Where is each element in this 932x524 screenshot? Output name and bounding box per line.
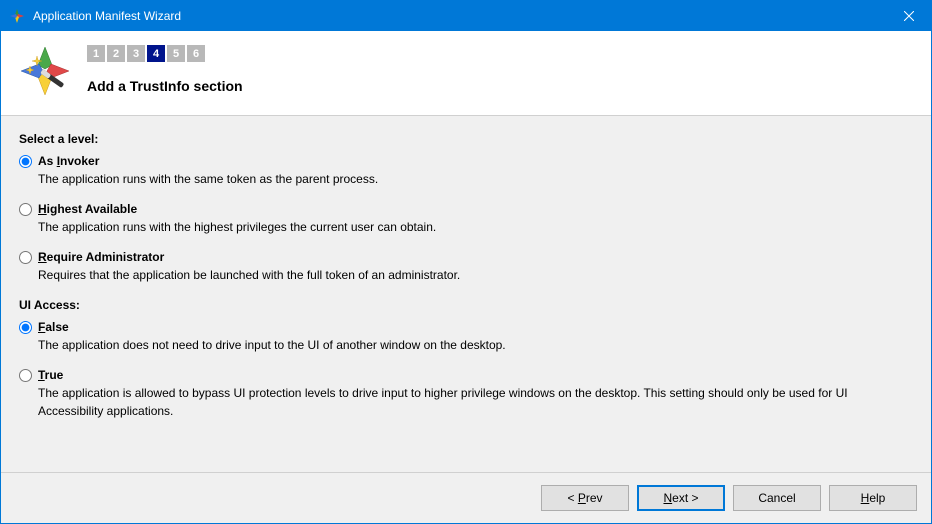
wizard-step-title: Add a TrustInfo section	[87, 78, 913, 94]
level-radio-2[interactable]	[19, 251, 32, 264]
titlebar-title: Application Manifest Wizard	[33, 9, 886, 23]
level-label-0[interactable]: As Invoker	[38, 154, 99, 168]
uiaccess-desc-0: The application does not need to drive i…	[38, 336, 913, 354]
level-section-label: Select a level:	[19, 132, 913, 146]
titlebar: Application Manifest Wizard	[1, 1, 931, 31]
step-box-2: 2	[107, 45, 125, 62]
wizard-icon	[19, 45, 71, 97]
level-desc-2: Requires that the application be launche…	[38, 266, 913, 284]
next-button[interactable]: Next >	[637, 485, 725, 511]
level-option-0: As Invoker The application runs with the …	[19, 154, 913, 188]
step-box-6: 6	[187, 45, 205, 62]
uiaccess-desc-1: The application is allowed to bypass UI …	[38, 384, 913, 420]
step-box-4: 4	[147, 45, 165, 62]
uiaccess-radio-0[interactable]	[19, 321, 32, 334]
help-button[interactable]: Help	[829, 485, 917, 511]
cancel-button[interactable]: Cancel	[733, 485, 821, 511]
level-option-2: Require Administrator Requires that the a…	[19, 250, 913, 284]
close-icon	[904, 11, 914, 21]
level-label-2[interactable]: Require Administrator	[38, 250, 164, 264]
prev-button[interactable]: < Prev	[541, 485, 629, 511]
wizard-header-content: 123456 Add a TrustInfo section	[87, 45, 913, 94]
level-radio-1[interactable]	[19, 203, 32, 216]
wizard-footer: < Prev Next > Cancel Help	[1, 472, 931, 523]
level-radio-0[interactable]	[19, 155, 32, 168]
step-box-5: 5	[167, 45, 185, 62]
step-box-3: 3	[127, 45, 145, 62]
level-option-1: Highest Available The application runs wi…	[19, 202, 913, 236]
wizard-content: Select a level: As Invoker The applicatio…	[1, 116, 931, 472]
level-desc-1: The application runs with the highest pr…	[38, 218, 913, 236]
close-button[interactable]	[886, 1, 931, 31]
uiaccess-section-label: UI Access:	[19, 298, 913, 312]
step-indicator: 123456	[87, 45, 913, 62]
wizard-header: 123456 Add a TrustInfo section	[1, 31, 931, 116]
uiaccess-label-0[interactable]: False	[38, 320, 69, 334]
uiaccess-label-1[interactable]: True	[38, 368, 63, 382]
uiaccess-option-0: False The application does not need to dr…	[19, 320, 913, 354]
step-box-1: 1	[87, 45, 105, 62]
uiaccess-radio-1[interactable]	[19, 369, 32, 382]
app-icon	[9, 8, 25, 24]
uiaccess-option-1: True The application is allowed to bypass…	[19, 368, 913, 420]
level-desc-0: The application runs with the same token…	[38, 170, 913, 188]
level-label-1[interactable]: Highest Available	[38, 202, 137, 216]
